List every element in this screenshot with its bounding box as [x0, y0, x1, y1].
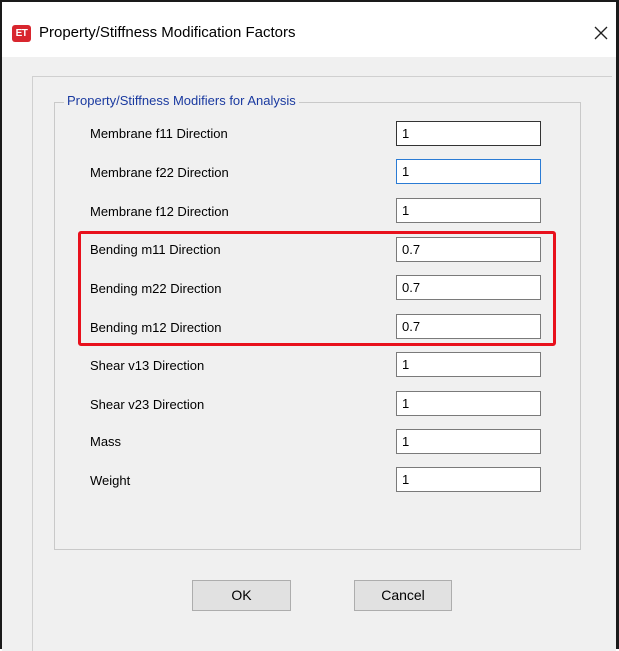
- close-icon: [594, 26, 608, 40]
- label-bending-m22: Bending m22 Direction: [90, 281, 222, 296]
- input-bending-m22[interactable]: [396, 275, 541, 300]
- label-shear-v13: Shear v13 Direction: [90, 358, 205, 373]
- panel-divider: [32, 76, 33, 651]
- label-weight: Weight: [90, 473, 131, 488]
- label-bending-m12: Bending m12 Direction: [90, 320, 222, 335]
- etabs-app-icon: ET: [12, 25, 31, 42]
- label-membrane-f22: Membrane f22 Direction: [90, 165, 229, 180]
- window-title: Property/Stiffness Modification Factors: [39, 24, 296, 41]
- input-bending-m11[interactable]: [396, 237, 541, 262]
- panel-divider: [32, 76, 612, 77]
- input-shear-v23[interactable]: [396, 391, 541, 416]
- title-bar[interactable]: ET Property/Stiffness Modification Facto…: [2, 2, 616, 57]
- ok-button[interactable]: OK: [192, 580, 291, 611]
- input-membrane-f22[interactable]: [396, 159, 541, 184]
- input-membrane-f12[interactable]: [396, 198, 541, 223]
- cancel-button[interactable]: Cancel: [354, 580, 452, 611]
- label-mass: Mass: [90, 434, 122, 449]
- input-shear-v13[interactable]: [396, 352, 541, 377]
- input-bending-m12[interactable]: [396, 314, 541, 339]
- input-weight[interactable]: [396, 467, 541, 492]
- label-membrane-f11: Membrane f11 Direction: [90, 126, 228, 141]
- label-bending-m11: Bending m11 Direction: [90, 242, 221, 257]
- close-button[interactable]: [586, 18, 616, 48]
- label-membrane-f12: Membrane f12 Direction: [90, 204, 229, 219]
- label-shear-v23: Shear v23 Direction: [90, 397, 205, 412]
- dialog-window: ET Property/Stiffness Modification Facto…: [0, 0, 619, 651]
- input-membrane-f11[interactable]: [396, 121, 541, 146]
- groupbox-label: Property/Stiffness Modifiers for Analysi…: [64, 93, 299, 108]
- input-mass[interactable]: [396, 429, 541, 454]
